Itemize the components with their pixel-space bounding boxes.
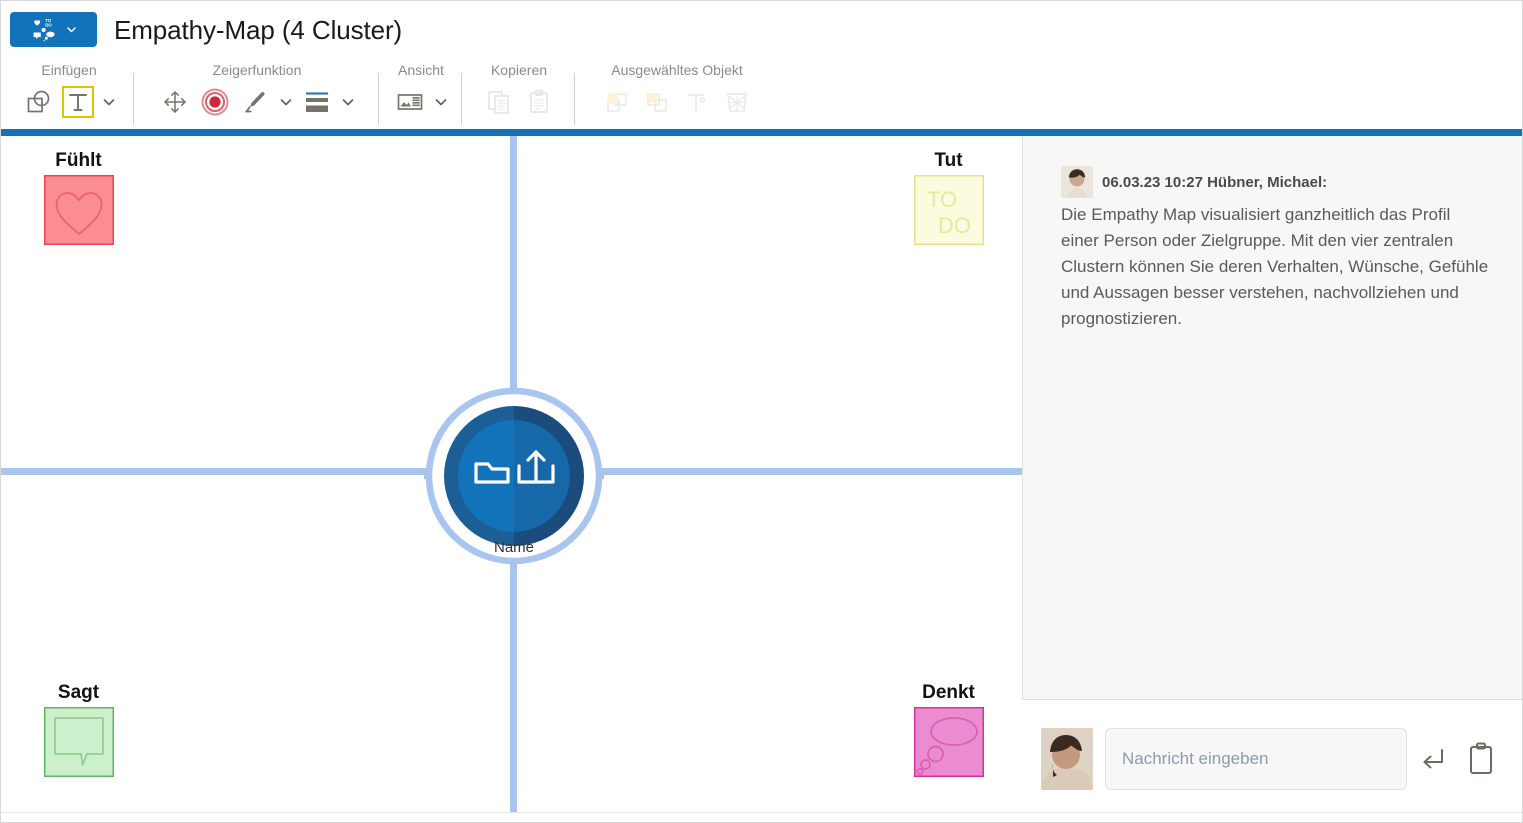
ribbon-group-label: Kopieren <box>490 62 548 78</box>
comment-header: 06.03.23 10:27 Hübner, Michael: <box>1061 166 1493 198</box>
chevron-down-icon <box>103 99 115 106</box>
ribbon-separator <box>461 73 462 125</box>
line-style-dropdown[interactable] <box>338 83 358 121</box>
view-layout-button[interactable] <box>391 83 429 121</box>
delete-hatched-icon <box>727 93 747 112</box>
ribbon-separator <box>378 73 379 125</box>
sticky-note-feels[interactable] <box>43 175 114 245</box>
ribbon-group-ausgewaehltes-objekt: Ausgewähltes Objekt <box>578 59 776 129</box>
paste-icon <box>530 89 548 113</box>
chevron-down-icon <box>342 99 354 106</box>
layout-view-icon <box>397 94 423 110</box>
application-window: TO DO Empathy-Map (4 Cluster) Einfügen Z… <box>0 0 1523 823</box>
comment-meta: 06.03.23 10:27 Hübner, Michael: <box>1102 173 1328 191</box>
heart-icon <box>43 175 114 245</box>
ribbon-group-einfuegen: Einfügen <box>5 59 133 129</box>
ribbon-group-ansicht: Ansicht <box>382 59 460 129</box>
text-tool-icon <box>69 94 87 111</box>
bring-to-front-button[interactable] <box>598 83 636 121</box>
chevron-down-icon <box>67 27 76 33</box>
object-text-button[interactable] <box>678 83 716 121</box>
target-circle-icon <box>201 88 229 116</box>
ribbon-separator <box>574 73 575 125</box>
app-menu-button[interactable]: TO DO <box>10 12 97 47</box>
page-title: Empathy-Map (4 Cluster) <box>114 15 403 45</box>
ribbon-group-kopieren: Kopieren <box>465 59 573 129</box>
copy-button[interactable] <box>480 83 518 121</box>
ribbon-separator <box>133 73 134 125</box>
message-input[interactable] <box>1105 728 1407 790</box>
quadrant-title: Tut <box>934 150 963 171</box>
ribbon-group-label: Ausgewähltes Objekt <box>611 62 743 78</box>
empathy-map-logo-icon: TO DO <box>32 18 55 41</box>
quadrant-title: Denkt <box>922 682 975 703</box>
ribbon-group-label: Zeigerfunktion <box>212 62 302 78</box>
clipboard-button[interactable] <box>1465 740 1497 778</box>
speech-bubble-icon <box>43 707 114 777</box>
comment-list: 06.03.23 10:27 Hübner, Michael: Die Empa… <box>1023 136 1522 699</box>
marker-target-button[interactable] <box>196 83 234 121</box>
user-avatar <box>1061 166 1093 198</box>
current-user-avatar <box>1041 728 1093 790</box>
paste-button[interactable] <box>520 83 558 121</box>
comment-item: 06.03.23 10:27 Hübner, Michael: Die Empa… <box>1061 166 1493 332</box>
persona-label: Name <box>493 539 534 556</box>
accent-divider-bar <box>1 129 1522 136</box>
bring-to-front-icon <box>607 93 627 112</box>
pen-dropdown[interactable] <box>276 83 296 121</box>
sticky-note-thinks[interactable] <box>913 707 984 777</box>
svg-text:DO: DO <box>45 22 52 27</box>
line-style-button[interactable] <box>298 83 336 121</box>
delete-object-button[interactable] <box>718 83 756 121</box>
move-tool-button[interactable] <box>156 83 194 121</box>
empathy-map-canvas[interactable]: Fühlt Tut TO DO Sagt Denkt Name <box>1 136 1022 812</box>
send-to-back-icon <box>647 93 667 112</box>
comment-body: Die Empathy Map visualisiert ganzheitlic… <box>1061 205 1489 328</box>
insert-dropdown[interactable] <box>99 83 119 121</box>
insert-shape-button[interactable] <box>19 83 57 121</box>
copy-icon <box>488 91 509 114</box>
pen-tool-button[interactable] <box>236 83 274 121</box>
sticky-note-says[interactable] <box>43 707 114 777</box>
sticky-note-does[interactable]: TO DO <box>913 175 984 245</box>
todo-note-icon: TO DO <box>913 175 984 245</box>
pen-icon <box>244 91 265 113</box>
shapes-icon <box>27 90 50 113</box>
enter-return-icon <box>1423 749 1443 769</box>
thought-bubble-icon <box>913 707 984 777</box>
insert-text-button[interactable] <box>59 83 97 121</box>
chevron-down-icon <box>280 99 292 106</box>
svg-text:TO: TO <box>927 187 957 212</box>
toolbar-ribbon: Einfügen Zeigerfunktion Ansicht Kopieren… <box>1 59 1522 129</box>
clipboard-icon <box>1470 742 1492 774</box>
window-bottom-strip <box>1 812 1522 822</box>
move-arrows-icon <box>164 91 186 113</box>
ribbon-group-label: Ansicht <box>398 62 444 78</box>
svg-text:DO: DO <box>938 213 971 238</box>
send-to-back-button[interactable] <box>638 83 676 121</box>
title-bar: TO DO Empathy-Map (4 Cluster) <box>1 1 1522 59</box>
quadrant-title: Fühlt <box>55 150 102 171</box>
ribbon-group-label: Einfügen <box>41 62 97 78</box>
view-dropdown[interactable] <box>431 83 451 121</box>
ribbon-group-zeigerfunktion: Zeigerfunktion <box>137 59 377 129</box>
quadrant-title: Sagt <box>57 682 100 703</box>
chevron-down-icon <box>435 99 447 106</box>
text-object-icon <box>688 94 706 111</box>
send-message-button[interactable] <box>1415 742 1449 776</box>
line-weight-icon <box>306 92 328 112</box>
